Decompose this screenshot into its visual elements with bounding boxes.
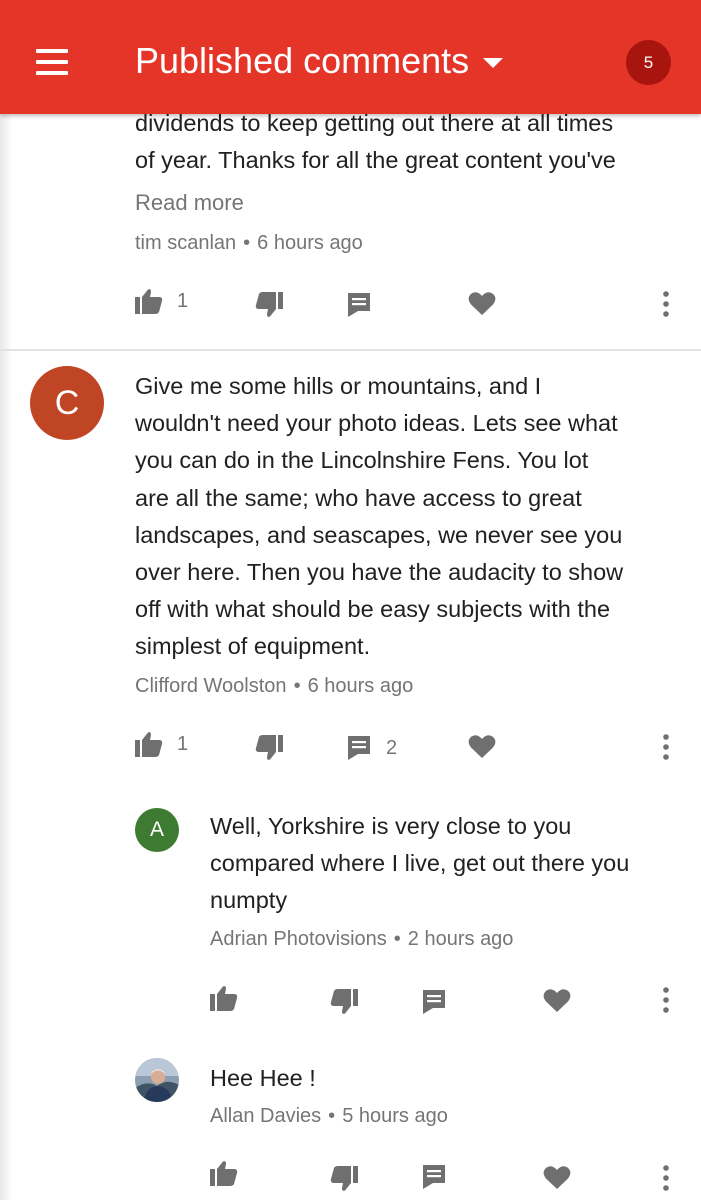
avatar[interactable]: A <box>135 808 179 852</box>
reply-button[interactable]: 2 <box>346 735 397 761</box>
reply-button[interactable] <box>346 292 372 318</box>
meta-separator: • <box>293 675 301 697</box>
comment-icon <box>423 990 445 1014</box>
reply-button[interactable] <box>421 1164 447 1190</box>
comment-line: are all the same; who have access to gre… <box>135 484 582 511</box>
meta-separator: • <box>328 1105 336 1127</box>
more-vert-icon <box>663 291 669 317</box>
comment-timestamp: 6 hours ago <box>307 675 414 697</box>
user-photo-avatar <box>135 1058 179 1102</box>
more-vert-icon <box>663 987 669 1013</box>
reply-count: 2 <box>386 736 398 759</box>
reply-line: Hee Hee ! <box>210 1065 316 1091</box>
author-name[interactable]: tim scanlan <box>135 232 236 254</box>
reply-line: Well, Yorkshire is very close to you <box>210 813 572 839</box>
reply-line: compared where I live, get out there you <box>210 850 630 877</box>
reply-button[interactable] <box>421 989 447 1015</box>
heart-icon <box>468 292 496 315</box>
thumb-down-icon <box>330 989 358 1014</box>
caret-down-icon <box>483 58 504 68</box>
left-edge-shadow <box>0 114 12 1200</box>
reply-line: numpty <box>210 887 288 914</box>
heart-icon <box>543 989 571 1012</box>
like-button[interactable]: 1 <box>135 288 188 314</box>
like-count: 1 <box>177 289 189 312</box>
reply-body: Hee Hee ! <box>210 1060 700 1097</box>
avatar[interactable]: C <box>30 366 104 440</box>
comment-line: you can do in the Lincolnshire Fens. You… <box>135 447 589 474</box>
comment-line: simplest of equipment. <box>135 633 371 660</box>
reply-meta: Adrian Photovisions • 2 hours ago <box>210 928 513 951</box>
more-vert-icon <box>663 734 669 760</box>
notification-count-badge[interactable]: 5 <box>626 40 671 85</box>
comment-icon <box>423 1165 445 1189</box>
comment-line: wouldn't need your photo ideas. Lets see… <box>135 410 618 437</box>
like-button[interactable] <box>210 985 238 1011</box>
heart-button[interactable] <box>543 1165 571 1190</box>
dislike-button[interactable] <box>255 735 283 761</box>
reply-timestamp: 5 hours ago <box>342 1105 448 1127</box>
avatar[interactable] <box>135 1058 179 1102</box>
more-options-button[interactable] <box>658 1164 674 1192</box>
hamburger-line <box>36 71 68 75</box>
app-bar: Published comments 5 <box>0 0 701 114</box>
comment-body: Give me some hills or mountains, and I w… <box>135 368 700 666</box>
meta-separator: • <box>393 928 401 950</box>
thumb-down-icon <box>255 735 283 760</box>
like-button[interactable]: 1 <box>135 731 188 757</box>
comment-line: off with what should be easy subjects wi… <box>135 596 611 623</box>
heart-icon <box>543 1166 571 1189</box>
comment-meta: tim scanlan • 6 hours ago <box>135 232 363 255</box>
comment-meta: Clifford Woolston • 6 hours ago <box>135 675 413 698</box>
author-name[interactable]: Allan Davies <box>210 1105 321 1127</box>
heart-button[interactable] <box>543 988 571 1013</box>
heart-icon <box>468 735 496 758</box>
thumb-down-icon <box>255 292 283 317</box>
read-more-link[interactable]: Read more <box>135 190 244 216</box>
page-title: Published comments <box>135 40 470 81</box>
menu-button[interactable] <box>22 36 82 88</box>
hamburger-menu-icon <box>36 49 68 53</box>
thumb-down-icon <box>330 1166 358 1191</box>
more-options-button[interactable] <box>658 733 674 761</box>
comment-icon <box>348 293 370 317</box>
thumb-up-icon <box>135 289 163 314</box>
author-name[interactable]: Clifford Woolston <box>135 675 287 697</box>
hamburger-line <box>36 60 68 64</box>
thumb-up-icon <box>210 986 238 1011</box>
more-options-button[interactable] <box>658 290 674 318</box>
meta-separator: • <box>243 232 251 254</box>
reply-timestamp: 2 hours ago <box>407 928 514 950</box>
comment-divider <box>0 349 701 351</box>
dislike-button[interactable] <box>330 1166 358 1192</box>
more-options-button[interactable] <box>658 986 674 1014</box>
dislike-button[interactable] <box>255 292 283 318</box>
author-name[interactable]: Adrian Photovisions <box>210 928 387 950</box>
comment-line: of year. Thanks for all the great conten… <box>135 147 616 174</box>
heart-button[interactable] <box>468 734 496 759</box>
comment-line: Give me some hills or mountains, and I <box>135 373 542 399</box>
reply-meta: Allan Davies • 5 hours ago <box>210 1105 448 1128</box>
comment-line: over here. Then you have the audacity to… <box>135 559 624 586</box>
like-count: 1 <box>177 732 189 755</box>
comment-body: dividends to keep getting out there at a… <box>135 105 695 179</box>
comment-timestamp: 6 hours ago <box>257 232 363 254</box>
reply-body: Well, Yorkshire is very close to you com… <box>210 808 700 920</box>
comment-icon <box>348 736 370 760</box>
comment-line: landscapes, and seascapes, we never see … <box>135 521 623 548</box>
dislike-button[interactable] <box>330 989 358 1015</box>
thumb-up-icon <box>135 732 163 757</box>
comments-filter-dropdown[interactable]: Published comments <box>135 40 504 82</box>
thumb-up-icon <box>210 1161 238 1186</box>
more-vert-icon <box>663 1165 669 1191</box>
heart-button[interactable] <box>468 291 496 316</box>
like-button[interactable] <box>210 1160 238 1186</box>
